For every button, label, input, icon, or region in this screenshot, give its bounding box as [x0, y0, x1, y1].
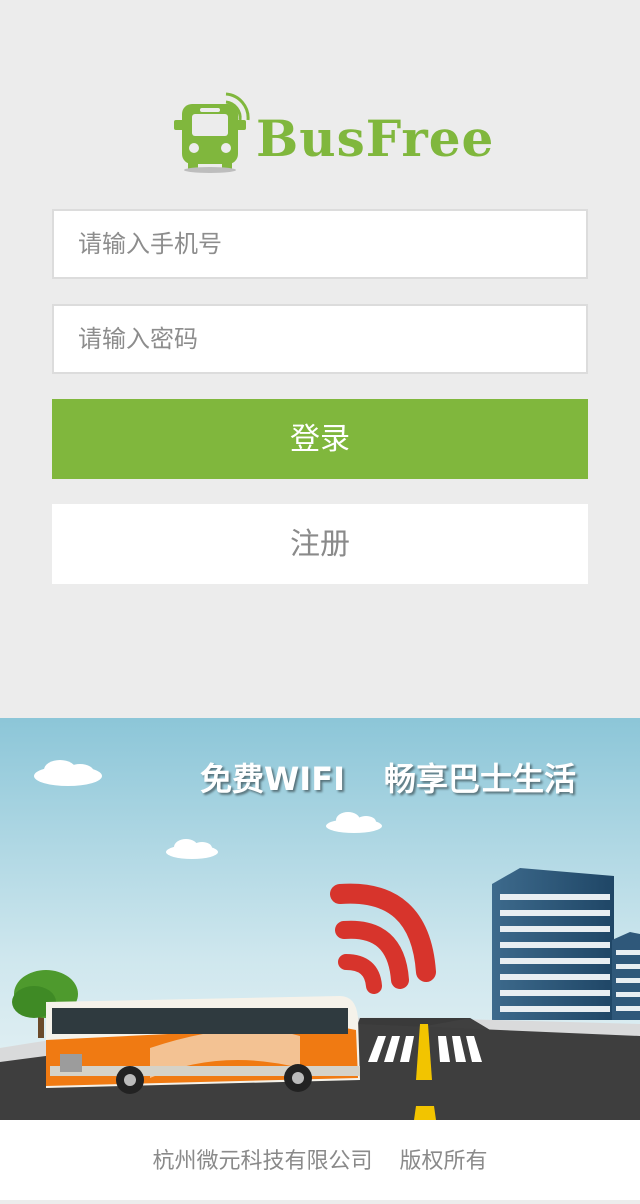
slogan-free-wifi: 免费WIFI	[200, 760, 345, 798]
slogan-bus-life: 畅享巴士生活	[384, 760, 577, 798]
bus-icon	[46, 996, 360, 1094]
brand-name: BusFree	[256, 109, 495, 168]
register-button[interactable]: 注册	[52, 504, 588, 584]
footer: 杭州微元科技有限公司 版权所有	[0, 1120, 640, 1200]
login-button[interactable]: 登录	[52, 399, 588, 479]
password-input[interactable]	[52, 304, 588, 374]
phone-input[interactable]	[52, 209, 588, 279]
app-logo: BusFree	[170, 84, 493, 174]
footer-company: 杭州微元科技有限公司	[152, 1149, 373, 1174]
login-page: BusFree 登录 注册	[0, 0, 640, 1200]
bus-wifi-icon	[174, 92, 250, 173]
promo-banner: 免费WIFI 畅享巴士生活	[0, 718, 640, 1120]
footer-rights: 版权所有	[399, 1149, 488, 1174]
